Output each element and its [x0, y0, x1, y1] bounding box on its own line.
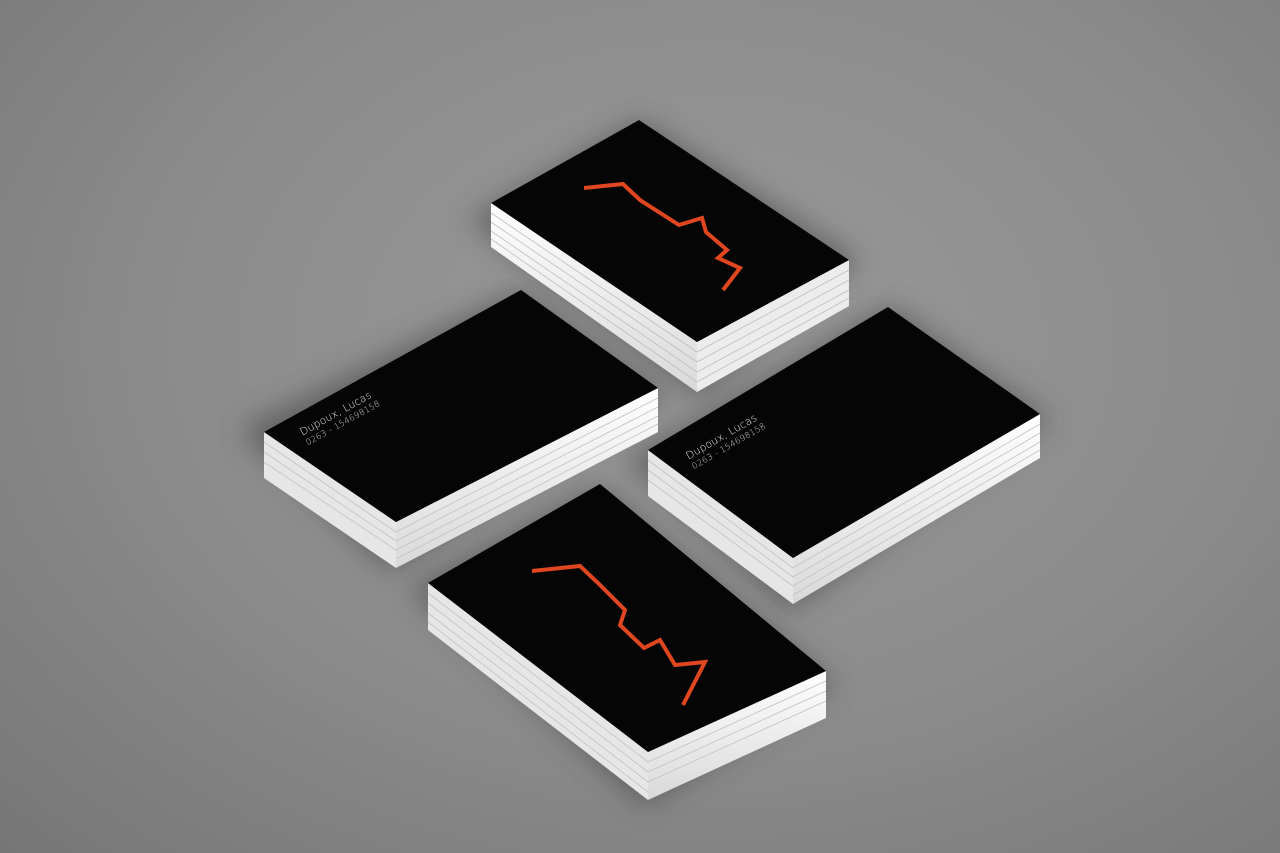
photo-scene: Dupoux, Lucas 0263 - 154698158 Dupoux, L…	[0, 0, 1280, 853]
card-stacks-svg	[240, 120, 1050, 805]
